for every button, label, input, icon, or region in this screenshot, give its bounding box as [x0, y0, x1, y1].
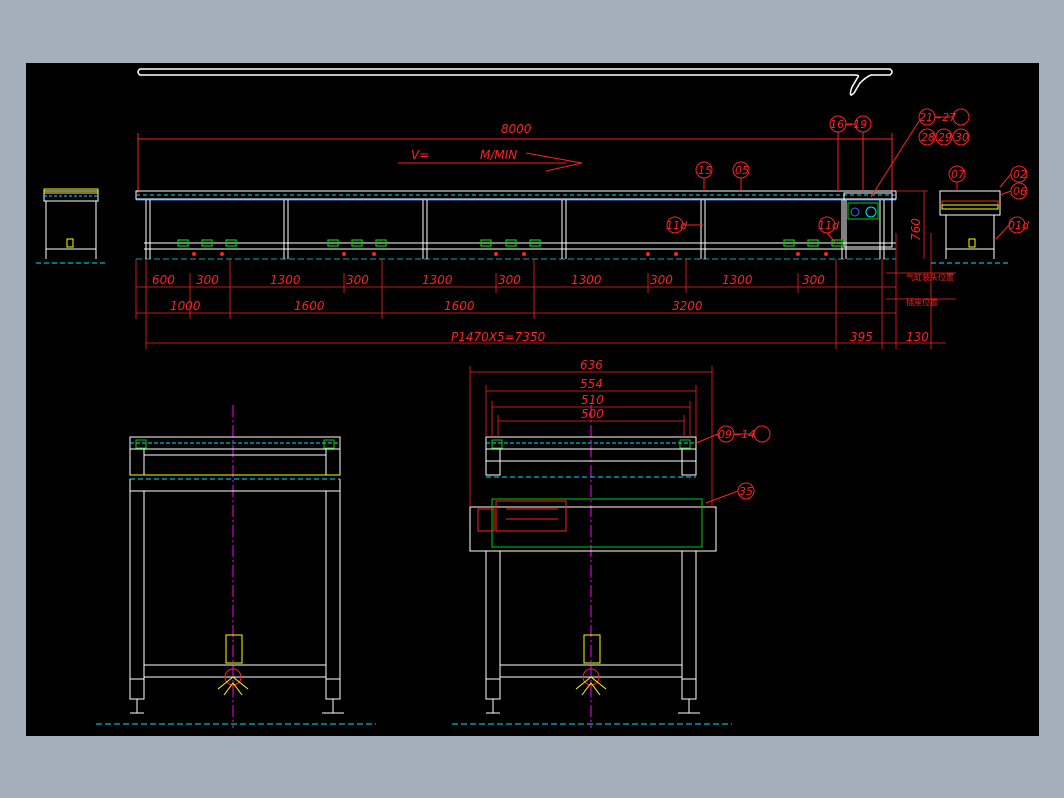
section-view-left [96, 405, 376, 728]
overall-length-label: 8000 [501, 122, 532, 136]
dim-1600-b: 1600 [444, 299, 475, 313]
dim-1300-d: 1300 [722, 273, 753, 287]
balloon-09-14: 09~14 [718, 428, 755, 441]
right-end-view [931, 190, 1011, 264]
note-socket: 插座位置 [906, 297, 938, 307]
side-elevation [135, 190, 897, 260]
balloon-05: 05 [735, 164, 749, 177]
dim-1000: 1000 [170, 299, 201, 313]
note-cylinder: 气缸装头位置 [906, 272, 954, 282]
balloon-16-19: 16~19 [830, 118, 867, 131]
balloon-11d-a: 11d [666, 219, 688, 232]
speed-label: V= [411, 148, 429, 162]
dim-1300-a: 1300 [270, 273, 301, 287]
balloon-07: 07 [951, 168, 965, 181]
belt-top-outline [137, 68, 893, 96]
dim-300-a: 300 [196, 273, 219, 287]
balloon-35: 35 [739, 485, 753, 498]
left-end-view [36, 188, 106, 264]
dim-300-b: 300 [346, 273, 369, 287]
balloon-02: 02 [1013, 168, 1027, 181]
drawing-canvas: 8000 V= M/MIN 600 300 1300 300 1300 300 … [26, 63, 1039, 736]
balloon-11d-b: 11d [818, 219, 840, 232]
width-554: 554 [580, 377, 603, 391]
width-500: 500 [581, 407, 604, 421]
dim-300-e: 300 [802, 273, 825, 287]
lower-dimension-lines [135, 233, 956, 349]
dim-1300-c: 1300 [571, 273, 602, 287]
balloon-30: 30 [955, 131, 969, 144]
dim-395: 395 [850, 330, 873, 344]
balloon-15: 15 [698, 164, 712, 177]
balloon-28: 28 [921, 131, 935, 144]
width-636: 636 [580, 358, 603, 372]
dim-pitch-total: P1470X5=7350 [451, 330, 546, 344]
dim-300-c: 300 [498, 273, 521, 287]
dim-300-d: 300 [650, 273, 673, 287]
balloon-06: 06 [1013, 185, 1027, 198]
width-510: 510 [581, 393, 604, 407]
dim-130: 130 [906, 330, 929, 344]
balloon-21-27: 21~27 [919, 111, 956, 124]
cad-drawing: 8000 V= M/MIN 600 300 1300 300 1300 300 … [36, 68, 1030, 728]
dim-1300-b: 1300 [422, 273, 453, 287]
dim-3200: 3200 [672, 299, 703, 313]
balloon-29: 29 [938, 131, 952, 144]
dim-1600-a: 1600 [294, 299, 325, 313]
height-label: 760 [909, 218, 923, 241]
section-view-right [452, 405, 732, 728]
speed-unit: M/MIN [480, 148, 517, 162]
dim-600: 600 [152, 273, 175, 287]
balloon-01d: 01d [1008, 219, 1030, 232]
